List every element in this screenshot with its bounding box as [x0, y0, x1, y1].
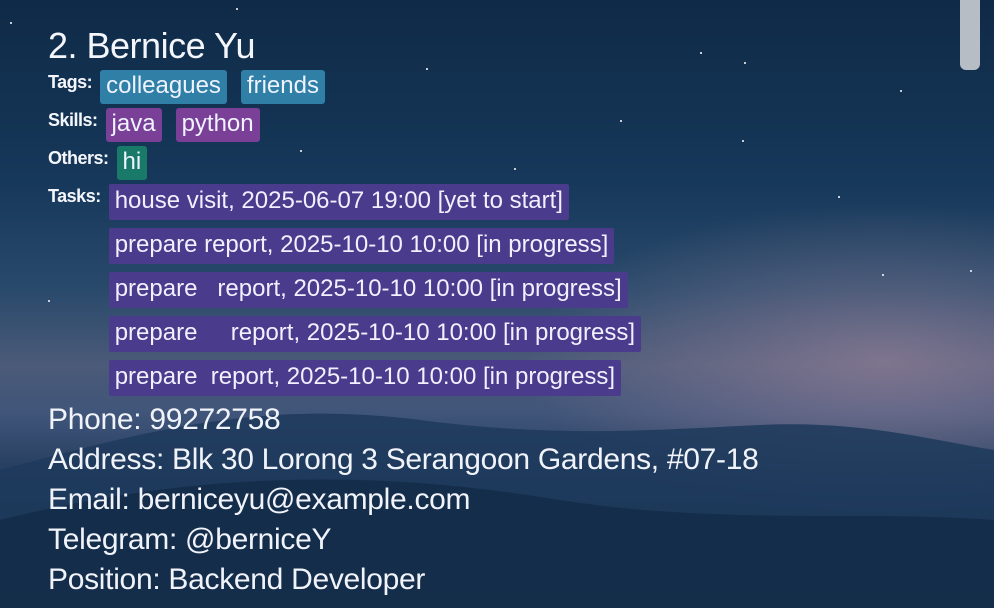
skill-chip: python: [175, 108, 260, 142]
task-item: prepare report, 2025-10-10 10:00 [in pro…: [108, 272, 628, 308]
skills-label: Skills:: [48, 110, 98, 130]
others-label: Others:: [48, 148, 109, 168]
task-item: prepare report, 2025-10-10 10:00 [in pro…: [108, 316, 642, 352]
skills-row: Skills: java python: [48, 108, 948, 142]
other-chip: hi: [116, 146, 148, 180]
tasks-label: Tasks:: [48, 186, 101, 206]
person-name: 2. Bernice Yu: [48, 25, 256, 66]
position-text: Position: Backend Developer: [48, 563, 426, 596]
person-card[interactable]: 2. Bernice Yu Tags: colleagues friends S…: [48, 24, 948, 600]
vertical-scrollbar-thumb[interactable]: [960, 0, 980, 70]
tag-chip: colleagues: [100, 70, 227, 104]
star: [236, 8, 238, 10]
tasks-row: Tasks: house visit, 2025-06-07 19:00 [ye…: [48, 184, 948, 396]
star: [10, 22, 12, 24]
telegram-text: Telegram: @berniceY: [48, 523, 332, 556]
skill-chip: java: [105, 108, 162, 142]
email-text: Email: berniceyu@example.com: [48, 483, 471, 516]
tag-chip: friends: [240, 70, 325, 104]
task-item: house visit, 2025-06-07 19:00 [yet to st…: [108, 184, 569, 220]
phone-text: Phone: 99272758: [48, 403, 281, 436]
tags-row: Tags: colleagues friends: [48, 70, 948, 104]
task-item: prepare report, 2025-10-10 10:00 [in pro…: [108, 360, 622, 396]
others-row: Others: hi: [48, 146, 948, 180]
star: [970, 270, 972, 272]
task-item: prepare report, 2025-10-10 10:00 [in pro…: [108, 228, 615, 264]
address-text: Address: Blk 30 Lorong 3 Serangoon Garde…: [48, 443, 759, 476]
tags-label: Tags:: [48, 72, 93, 92]
